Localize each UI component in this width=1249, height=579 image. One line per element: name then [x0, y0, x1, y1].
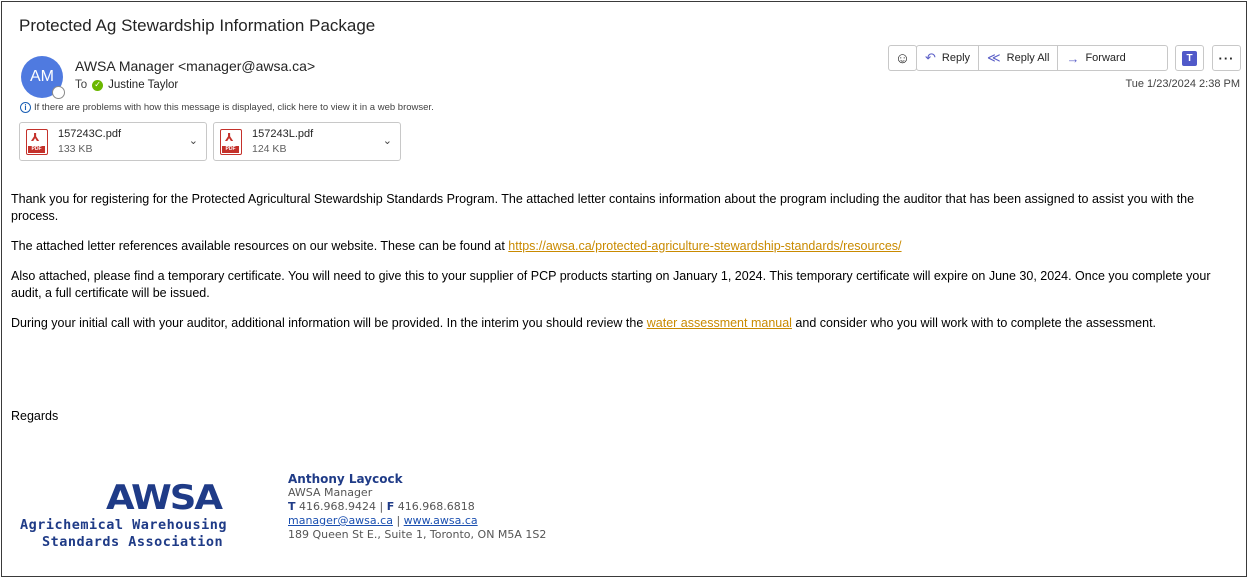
signature-contact-line: manager@awsa.ca | www.awsa.ca — [288, 514, 546, 528]
forward-label: Forward — [1085, 52, 1126, 64]
sign-off: Regards — [11, 409, 59, 423]
body-paragraph: During your initial call with your audit… — [11, 315, 1241, 332]
attachment-name: 157243C.pdf — [58, 128, 121, 140]
reply-label: Reply — [941, 52, 971, 64]
signature-title: AWSA Manager — [288, 486, 373, 499]
info-icon: i — [20, 102, 31, 113]
body-text-segment: and consider who you will work with to c… — [791, 316, 1157, 330]
forward-icon: → — [1066, 50, 1080, 66]
water-assessment-manual-link[interactable]: water assessment manual — [647, 316, 792, 330]
email-signature: Anthony Laycock AWSA Manager T 416.968.9… — [288, 472, 546, 542]
logo-mark: AWSA — [106, 477, 223, 518]
avatar-initials: AM — [30, 68, 54, 85]
emoji-icon: ☺ — [894, 49, 911, 67]
reply-all-icon: ≪ — [987, 50, 1001, 65]
recipient-line: To ✓ Justine Taylor — [75, 79, 178, 91]
teams-button[interactable]: T — [1175, 45, 1204, 71]
presence-status-icon — [52, 86, 65, 99]
recipient-name[interactable]: Justine Taylor — [108, 79, 178, 91]
reply-button[interactable]: ↶ Reply — [917, 46, 980, 70]
body-paragraph: Also attached, please find a temporary c… — [11, 269, 1211, 300]
attachment-size: 133 KB — [58, 143, 93, 155]
pdf-icon: ⅄ PDF — [220, 129, 242, 155]
fax-number: 416.968.6818 — [397, 500, 475, 513]
separator: | — [379, 500, 384, 513]
phone-label: T — [288, 500, 296, 513]
email-subject: Protected Ag Stewardship Information Pac… — [19, 16, 376, 35]
resources-link[interactable]: https://awsa.ca/protected-agriculture-st… — [508, 239, 901, 253]
attachment-card[interactable]: ⅄ PDF 157243C.pdf 133 KB ⌄ — [19, 122, 207, 161]
pdf-icon: ⅄ PDF — [26, 129, 48, 155]
reply-all-button[interactable]: ≪ Reply All — [979, 46, 1059, 70]
reply-icon: ↶ — [925, 50, 936, 65]
email-reading-pane: Protected Ag Stewardship Information Pac… — [1, 1, 1247, 577]
react-button[interactable]: ☺ — [888, 45, 917, 71]
signature-name: Anthony Laycock — [288, 472, 403, 486]
sender-name[interactable]: AWSA Manager <manager@awsa.ca> — [75, 58, 315, 74]
body-text-segment: The attached letter references available… — [11, 239, 509, 253]
available-status-icon: ✓ — [92, 79, 104, 91]
reply-all-label: Reply All — [1006, 52, 1050, 64]
awsa-logo: AWSA Agrichemical Warehousing Standards … — [20, 470, 282, 552]
signature-website-link[interactable]: www.awsa.ca — [404, 514, 478, 527]
chevron-down-icon[interactable]: ⌄ — [383, 134, 392, 147]
response-button-group: ↶ Reply ≪ Reply All → Forward — [916, 45, 1168, 71]
more-icon: ··· — [1218, 50, 1235, 66]
logo-org-line-2: Standards Association — [42, 534, 224, 550]
body-paragraph: The attached letter references available… — [11, 238, 1241, 255]
sent-date: Tue 1/23/2024 2:38 PM — [1125, 78, 1240, 90]
teams-icon: T — [1182, 50, 1197, 66]
phone-number: 416.968.9424 — [299, 500, 376, 513]
display-problem-notice[interactable]: i If there are problems with how this me… — [20, 102, 434, 113]
to-label: To — [75, 79, 88, 91]
signature-address: 189 Queen St E., Suite 1, Toronto, ON M5… — [288, 528, 547, 541]
fax-label: F — [386, 500, 395, 513]
separator: | — [396, 514, 401, 527]
chevron-down-icon[interactable]: ⌄ — [189, 134, 198, 147]
signature-email-link[interactable]: manager@awsa.ca — [288, 514, 393, 527]
signature-phone-line: T 416.968.9424 | F 416.968.6818 — [288, 500, 546, 514]
more-actions-button[interactable]: ··· — [1212, 45, 1241, 71]
logo-org-line-1: Agrichemical Warehousing — [20, 517, 228, 533]
attachment-card[interactable]: ⅄ PDF 157243L.pdf 124 KB ⌄ — [213, 122, 401, 161]
attachment-name: 157243L.pdf — [252, 128, 314, 140]
attachment-size: 124 KB — [252, 143, 287, 155]
forward-button[interactable]: → Forward — [1058, 46, 1133, 70]
display-problem-text[interactable]: If there are problems with how this mess… — [34, 102, 434, 113]
email-body: Thank you for registering for the Protec… — [11, 191, 1241, 345]
body-paragraph: Thank you for registering for the Protec… — [11, 192, 1195, 223]
body-text-segment: During your initial call with your audit… — [11, 316, 647, 330]
